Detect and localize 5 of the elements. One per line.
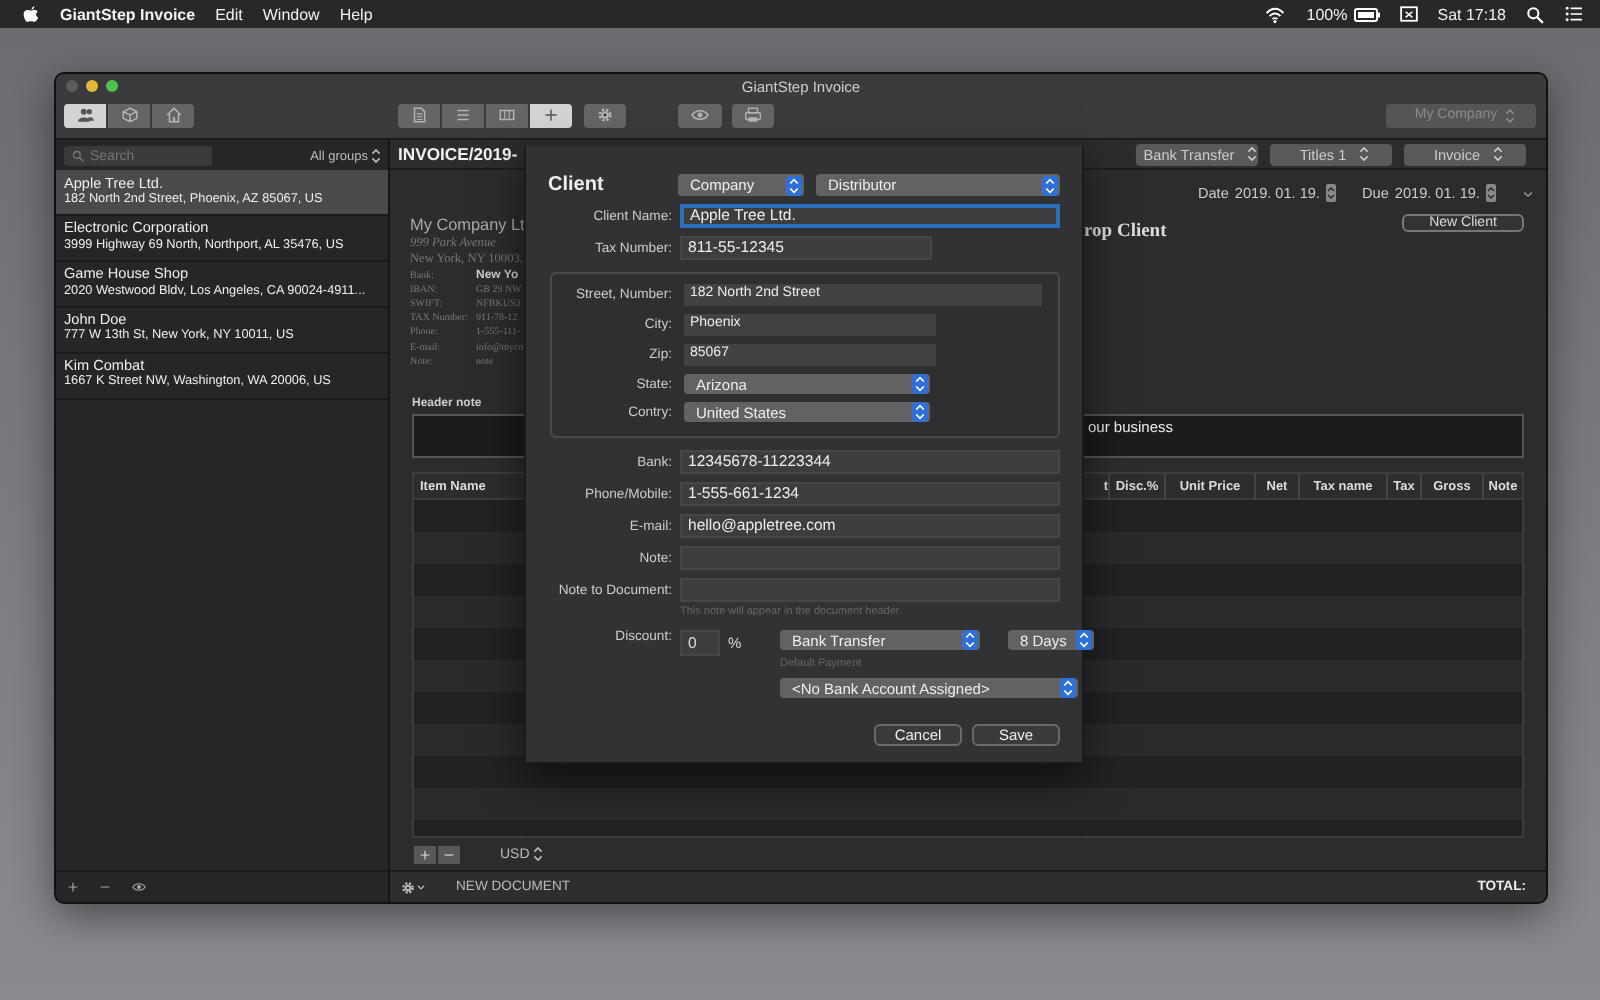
company-name: My Company Lt [410, 213, 524, 236]
battery-percent: 100% [1306, 5, 1348, 23]
dialog-title: Client [548, 174, 606, 196]
client-heading: rop Client [1084, 221, 1167, 242]
document-number: INVOICE/2019- [398, 144, 518, 165]
